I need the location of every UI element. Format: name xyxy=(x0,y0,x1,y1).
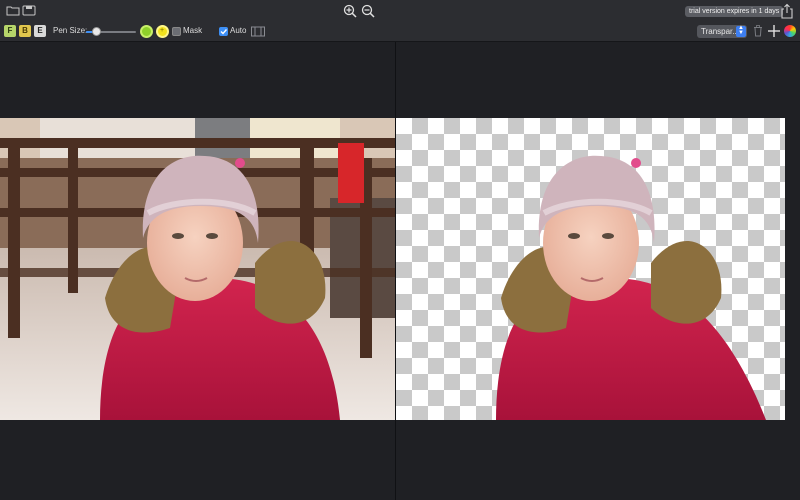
compare-icon[interactable] xyxy=(251,26,265,37)
folder-icon[interactable] xyxy=(6,5,20,16)
background-marker-button[interactable]: + xyxy=(156,25,169,38)
cutout-subject xyxy=(496,155,766,420)
foreground-mode-button[interactable]: F xyxy=(4,25,16,37)
save-icon[interactable] xyxy=(22,5,36,16)
auto-checkbox[interactable] xyxy=(219,27,228,36)
background-mode-button[interactable]: B xyxy=(19,25,31,37)
result-canvas[interactable] xyxy=(396,118,785,420)
trash-icon[interactable] xyxy=(753,25,763,37)
toolbar: F B E Pen Size: + Mask Auto Transpar... … xyxy=(0,22,800,42)
zoom-in-icon[interactable] xyxy=(343,4,357,18)
background-select-value: Transpar... xyxy=(701,27,739,36)
foreground-marker-button[interactable] xyxy=(140,25,153,38)
mask-label: Mask xyxy=(183,26,203,35)
erase-mode-button[interactable]: E xyxy=(34,25,46,37)
title-bar: trial version expires in 1 days xyxy=(0,0,800,22)
zoom-out-icon[interactable] xyxy=(361,4,375,18)
auto-label: Auto xyxy=(230,26,247,35)
pen-size-slider-knob[interactable] xyxy=(92,27,101,36)
color-wheel-icon[interactable] xyxy=(784,25,796,37)
trial-badge: trial version expires in 1 days xyxy=(685,6,784,17)
share-icon[interactable] xyxy=(779,3,795,19)
add-icon[interactable] xyxy=(767,24,781,38)
pen-size-label: Pen Size: xyxy=(53,26,88,35)
original-image[interactable] xyxy=(0,118,395,420)
background-select[interactable]: Transpar... ▲ ▼ xyxy=(697,25,747,38)
mask-checkbox[interactable] xyxy=(172,27,181,36)
plus-icon: + xyxy=(160,27,165,34)
chevron-updown-icon: ▲ ▼ xyxy=(736,25,746,37)
